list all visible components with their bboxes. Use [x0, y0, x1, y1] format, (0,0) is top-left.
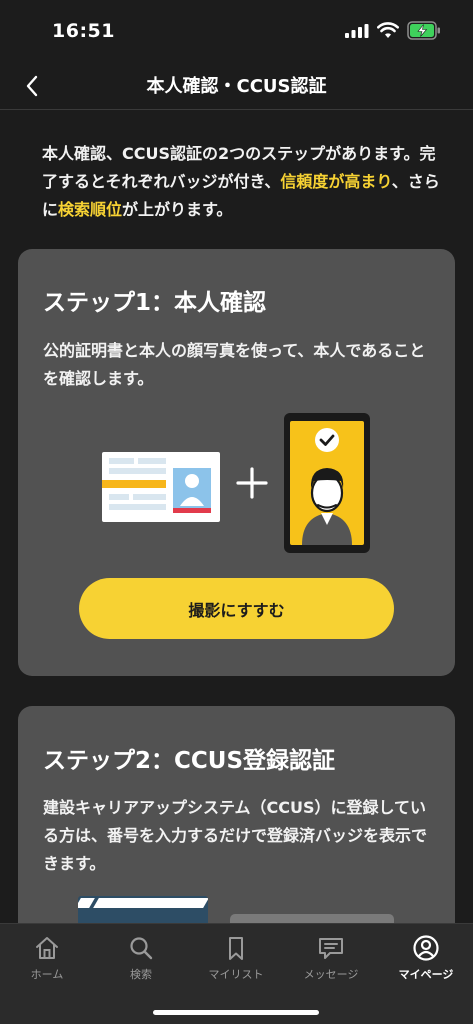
page-title: 本人確認・CCUS認証 — [146, 76, 327, 97]
wifi-icon — [377, 22, 399, 38]
step1-description: 公的証明書と本人の顔写真を使って、本人であることを確認します。 — [43, 341, 426, 388]
capture-button[interactable]: 撮影にすすむ — [79, 578, 394, 639]
message-icon — [319, 938, 343, 959]
status-time: 16:51 — [52, 20, 115, 42]
tab-label: マイリスト — [208, 968, 264, 981]
step1-card: ステップ1：本人確認 公的証明書と本人の顔写真を使って、本人であることを確認しま… — [18, 249, 455, 676]
screen: 16:51 本人確認・CCUS認証 本人確認、CCUS認証の2つのステップがあり… — [0, 0, 473, 1024]
home-indicator — [153, 1010, 319, 1015]
bookmark-icon — [229, 937, 243, 960]
tab-mypage[interactable]: マイページ — [379, 924, 473, 994]
ccus-card-stripe — [78, 898, 95, 908]
tab-label: マイページ — [398, 968, 454, 981]
step1-title: ステップ1：本人確認 — [43, 290, 267, 316]
battery-charging-icon — [407, 21, 440, 40]
intro-highlight-trust: 信頼度が高まり — [280, 172, 392, 191]
tab-mylist[interactable]: マイリスト — [189, 924, 283, 994]
tab-label: 検索 — [130, 968, 152, 981]
step2-description: 建設キャリアアップシステム（CCUS）に登録している方は、番号を入力するだけで登… — [43, 798, 428, 873]
signal-icon — [345, 24, 369, 38]
id-card-illustration — [102, 452, 220, 522]
search-icon — [130, 937, 153, 960]
user-icon — [413, 935, 439, 961]
tab-label: メッセージ — [303, 968, 359, 981]
intro-highlight-search-rank: 検索順位 — [58, 200, 123, 219]
tab-messages[interactable]: メッセージ — [284, 924, 378, 994]
intro-text: 本人確認、CCUS認証の2つのステップがあります。完了するとそれぞれバッジが付き… — [42, 140, 442, 224]
step2-title: ステップ2：CCUS登録認証 — [43, 748, 336, 774]
ccus-card-stripe — [93, 898, 208, 908]
intro-text-part-3: が上がります。 — [122, 200, 233, 219]
tab-search[interactable]: 検索 — [94, 924, 188, 994]
tab-label: ホーム — [30, 968, 64, 981]
phone-selfie-illustration — [284, 413, 370, 553]
tab-bar: ホーム 検索 マイリスト メッセージ マイページ — [0, 923, 473, 1024]
status-bar: 16:51 — [0, 0, 473, 62]
home-icon — [36, 937, 58, 959]
nav-header: 本人確認・CCUS認証 — [0, 62, 473, 110]
tab-home[interactable]: ホーム — [0, 924, 94, 994]
plus-icon — [236, 467, 268, 499]
